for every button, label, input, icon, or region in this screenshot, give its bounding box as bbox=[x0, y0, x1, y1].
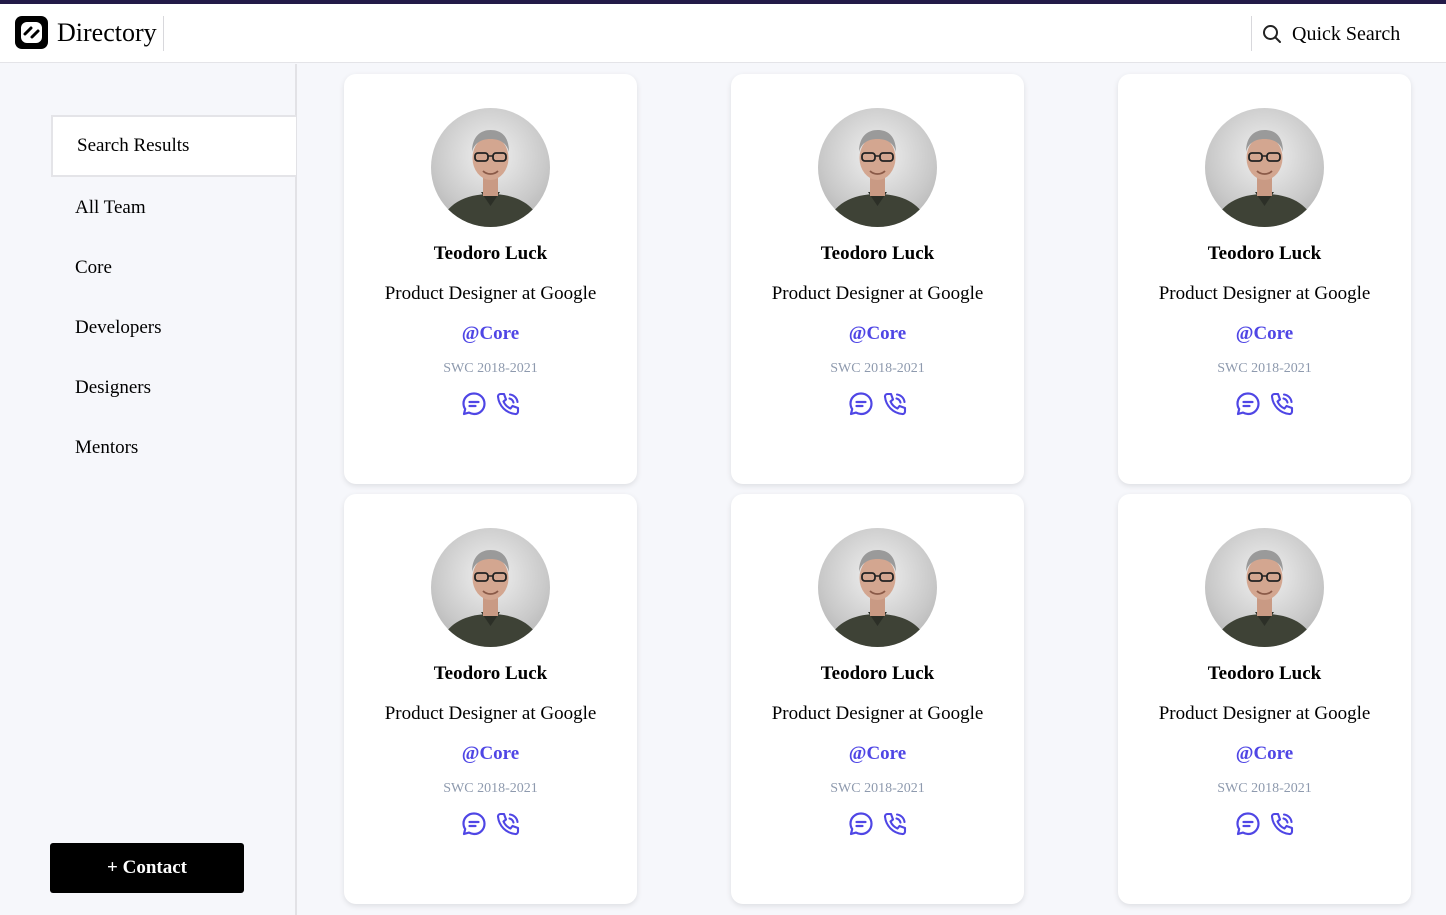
avatar bbox=[818, 108, 937, 227]
logo-icon bbox=[21, 22, 42, 43]
message-button[interactable] bbox=[847, 810, 875, 838]
add-contact-button[interactable]: + Contact bbox=[50, 843, 244, 893]
avatar bbox=[1205, 528, 1324, 647]
contact-card[interactable]: Teodoro Luck Product Designer at Google … bbox=[344, 494, 637, 904]
contact-actions bbox=[344, 810, 637, 838]
title-divider bbox=[163, 16, 164, 51]
contact-team-link[interactable]: @Core bbox=[344, 323, 637, 345]
contact-actions bbox=[1118, 390, 1411, 418]
contact-period: SWC 2018-2021 bbox=[830, 361, 925, 376]
sidebar-item-label: Core bbox=[75, 257, 112, 278]
contact-actions bbox=[1118, 810, 1411, 838]
contact-card[interactable]: Teodoro Luck Product Designer at Google … bbox=[344, 74, 637, 484]
sidebar-item-developers[interactable]: Developers bbox=[51, 297, 296, 359]
search-divider bbox=[1251, 16, 1252, 51]
contact-period: SWC 2018-2021 bbox=[1217, 361, 1312, 376]
avatar-photo bbox=[826, 130, 929, 227]
avatar bbox=[1205, 108, 1324, 227]
message-button[interactable] bbox=[1234, 810, 1262, 838]
app-title: Directory bbox=[57, 18, 157, 47]
contact-card[interactable]: Teodoro Luck Product Designer at Google … bbox=[1118, 494, 1411, 904]
contact-card[interactable]: Teodoro Luck Product Designer at Google … bbox=[731, 74, 1024, 484]
contact-period: SWC 2018-2021 bbox=[1217, 781, 1312, 796]
chat-bubble-icon bbox=[848, 392, 873, 416]
sidebar-item-all-team[interactable]: All Team bbox=[51, 177, 296, 239]
avatar-photo bbox=[439, 130, 542, 227]
call-button[interactable] bbox=[1268, 390, 1296, 418]
contact-actions bbox=[344, 390, 637, 418]
avatar bbox=[431, 528, 550, 647]
call-button[interactable] bbox=[494, 390, 522, 418]
header: Directory Quick Search bbox=[0, 4, 1446, 63]
call-button[interactable] bbox=[881, 390, 909, 418]
chat-bubble-icon bbox=[848, 812, 873, 836]
contact-period: SWC 2018-2021 bbox=[443, 361, 538, 376]
contact-role: Product Designer at Google bbox=[384, 703, 597, 724]
contact-role: Product Designer at Google bbox=[771, 283, 984, 304]
sidebar-item-core[interactable]: Core bbox=[51, 237, 296, 299]
avatar-photo bbox=[1213, 130, 1316, 227]
contact-name: Teodoro Luck bbox=[433, 243, 548, 264]
chat-bubble-icon bbox=[461, 392, 486, 416]
phone-call-icon bbox=[496, 392, 519, 416]
contact-name: Teodoro Luck bbox=[1207, 663, 1322, 684]
contact-role: Product Designer at Google bbox=[384, 283, 597, 304]
call-button[interactable] bbox=[494, 810, 522, 838]
phone-call-icon bbox=[496, 812, 519, 836]
sidebar-item-search-results[interactable]: Search Results bbox=[51, 115, 296, 177]
contact-role: Product Designer at Google bbox=[771, 703, 984, 724]
avatar-photo bbox=[826, 550, 929, 647]
contact-role: Product Designer at Google bbox=[1158, 703, 1371, 724]
phone-call-icon bbox=[1270, 392, 1293, 416]
sidebar-item-label: All Team bbox=[75, 197, 146, 218]
contact-name: Teodoro Luck bbox=[820, 243, 935, 264]
phone-call-icon bbox=[1270, 812, 1293, 836]
call-button[interactable] bbox=[881, 810, 909, 838]
contact-name: Teodoro Luck bbox=[1207, 243, 1322, 264]
sidebar-item-label: Designers bbox=[75, 377, 151, 398]
search-icon bbox=[1263, 25, 1281, 43]
phone-call-icon bbox=[883, 392, 906, 416]
contact-role: Product Designer at Google bbox=[1158, 283, 1371, 304]
sidebar-item-label: Search Results bbox=[77, 135, 190, 156]
phone-call-icon bbox=[883, 812, 906, 836]
contact-actions bbox=[731, 390, 1024, 418]
chat-bubble-icon bbox=[1235, 392, 1260, 416]
app-logo[interactable] bbox=[15, 16, 48, 49]
quick-search-button[interactable]: Quick Search bbox=[1262, 20, 1400, 48]
message-button[interactable] bbox=[1234, 390, 1262, 418]
chat-bubble-icon bbox=[1235, 812, 1260, 836]
avatar bbox=[818, 528, 937, 647]
message-button[interactable] bbox=[460, 810, 488, 838]
sidebar-item-designers[interactable]: Designers bbox=[51, 357, 296, 419]
contact-card[interactable]: Teodoro Luck Product Designer at Google … bbox=[731, 494, 1024, 904]
contact-team-link[interactable]: @Core bbox=[1118, 743, 1411, 765]
call-button[interactable] bbox=[1268, 810, 1296, 838]
contact-actions bbox=[731, 810, 1024, 838]
contact-period: SWC 2018-2021 bbox=[830, 781, 925, 796]
chat-bubble-icon bbox=[461, 812, 486, 836]
avatar-photo bbox=[1213, 550, 1316, 647]
contact-team-link[interactable]: @Core bbox=[1118, 323, 1411, 345]
contact-card[interactable]: Teodoro Luck Product Designer at Google … bbox=[1118, 74, 1411, 484]
contact-team-link[interactable]: @Core bbox=[344, 743, 637, 765]
sidebar-item-label: Developers bbox=[75, 317, 162, 338]
contact-name: Teodoro Luck bbox=[433, 663, 548, 684]
sidebar-item-label: Mentors bbox=[75, 437, 139, 458]
avatar-photo bbox=[439, 550, 542, 647]
sidebar: Search Results All Team Core Developers … bbox=[0, 64, 297, 915]
message-button[interactable] bbox=[847, 390, 875, 418]
contact-team-link[interactable]: @Core bbox=[731, 323, 1024, 345]
avatar bbox=[431, 108, 550, 227]
contact-name: Teodoro Luck bbox=[820, 663, 935, 684]
contact-team-link[interactable]: @Core bbox=[731, 743, 1024, 765]
quick-search-label: Quick Search bbox=[1292, 22, 1401, 45]
sidebar-item-mentors[interactable]: Mentors bbox=[51, 417, 296, 479]
contact-period: SWC 2018-2021 bbox=[443, 781, 538, 796]
message-button[interactable] bbox=[460, 390, 488, 418]
